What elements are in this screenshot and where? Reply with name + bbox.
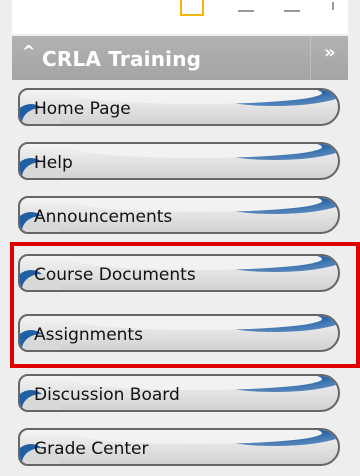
menu-button-home-page[interactable]: Home Page xyxy=(18,88,340,126)
menu-button-help[interactable]: Help xyxy=(18,142,340,180)
menu-button-label: Help xyxy=(34,153,73,173)
collapse-caret-icon[interactable]: ^ xyxy=(22,42,35,61)
menu-button-discussion-board[interactable]: Discussion Board xyxy=(18,374,340,412)
menu-button-label: Announcements xyxy=(34,207,173,227)
toolbar-box-icon[interactable] xyxy=(180,0,204,16)
minimize-icon[interactable] xyxy=(284,10,300,12)
minimize-icon[interactable] xyxy=(238,10,254,12)
menu-button-grade-center[interactable]: Grade Center xyxy=(18,428,340,466)
header-divider xyxy=(310,36,313,80)
toolbar-tick-icon xyxy=(332,2,334,10)
menu-button-label: Grade Center xyxy=(34,439,149,459)
menu-button-label: Home Page xyxy=(34,99,131,119)
top-controls xyxy=(0,0,360,34)
menu-button-label: Discussion Board xyxy=(34,385,180,405)
course-menu-header[interactable]: ^ CRLA Training » xyxy=(12,36,348,80)
menu-button-announcements[interactable]: Announcements xyxy=(18,196,340,234)
expand-double-chevron-icon[interactable]: » xyxy=(324,42,336,63)
course-title: CRLA Training xyxy=(42,47,202,71)
highlight-annotation-box xyxy=(10,242,360,368)
